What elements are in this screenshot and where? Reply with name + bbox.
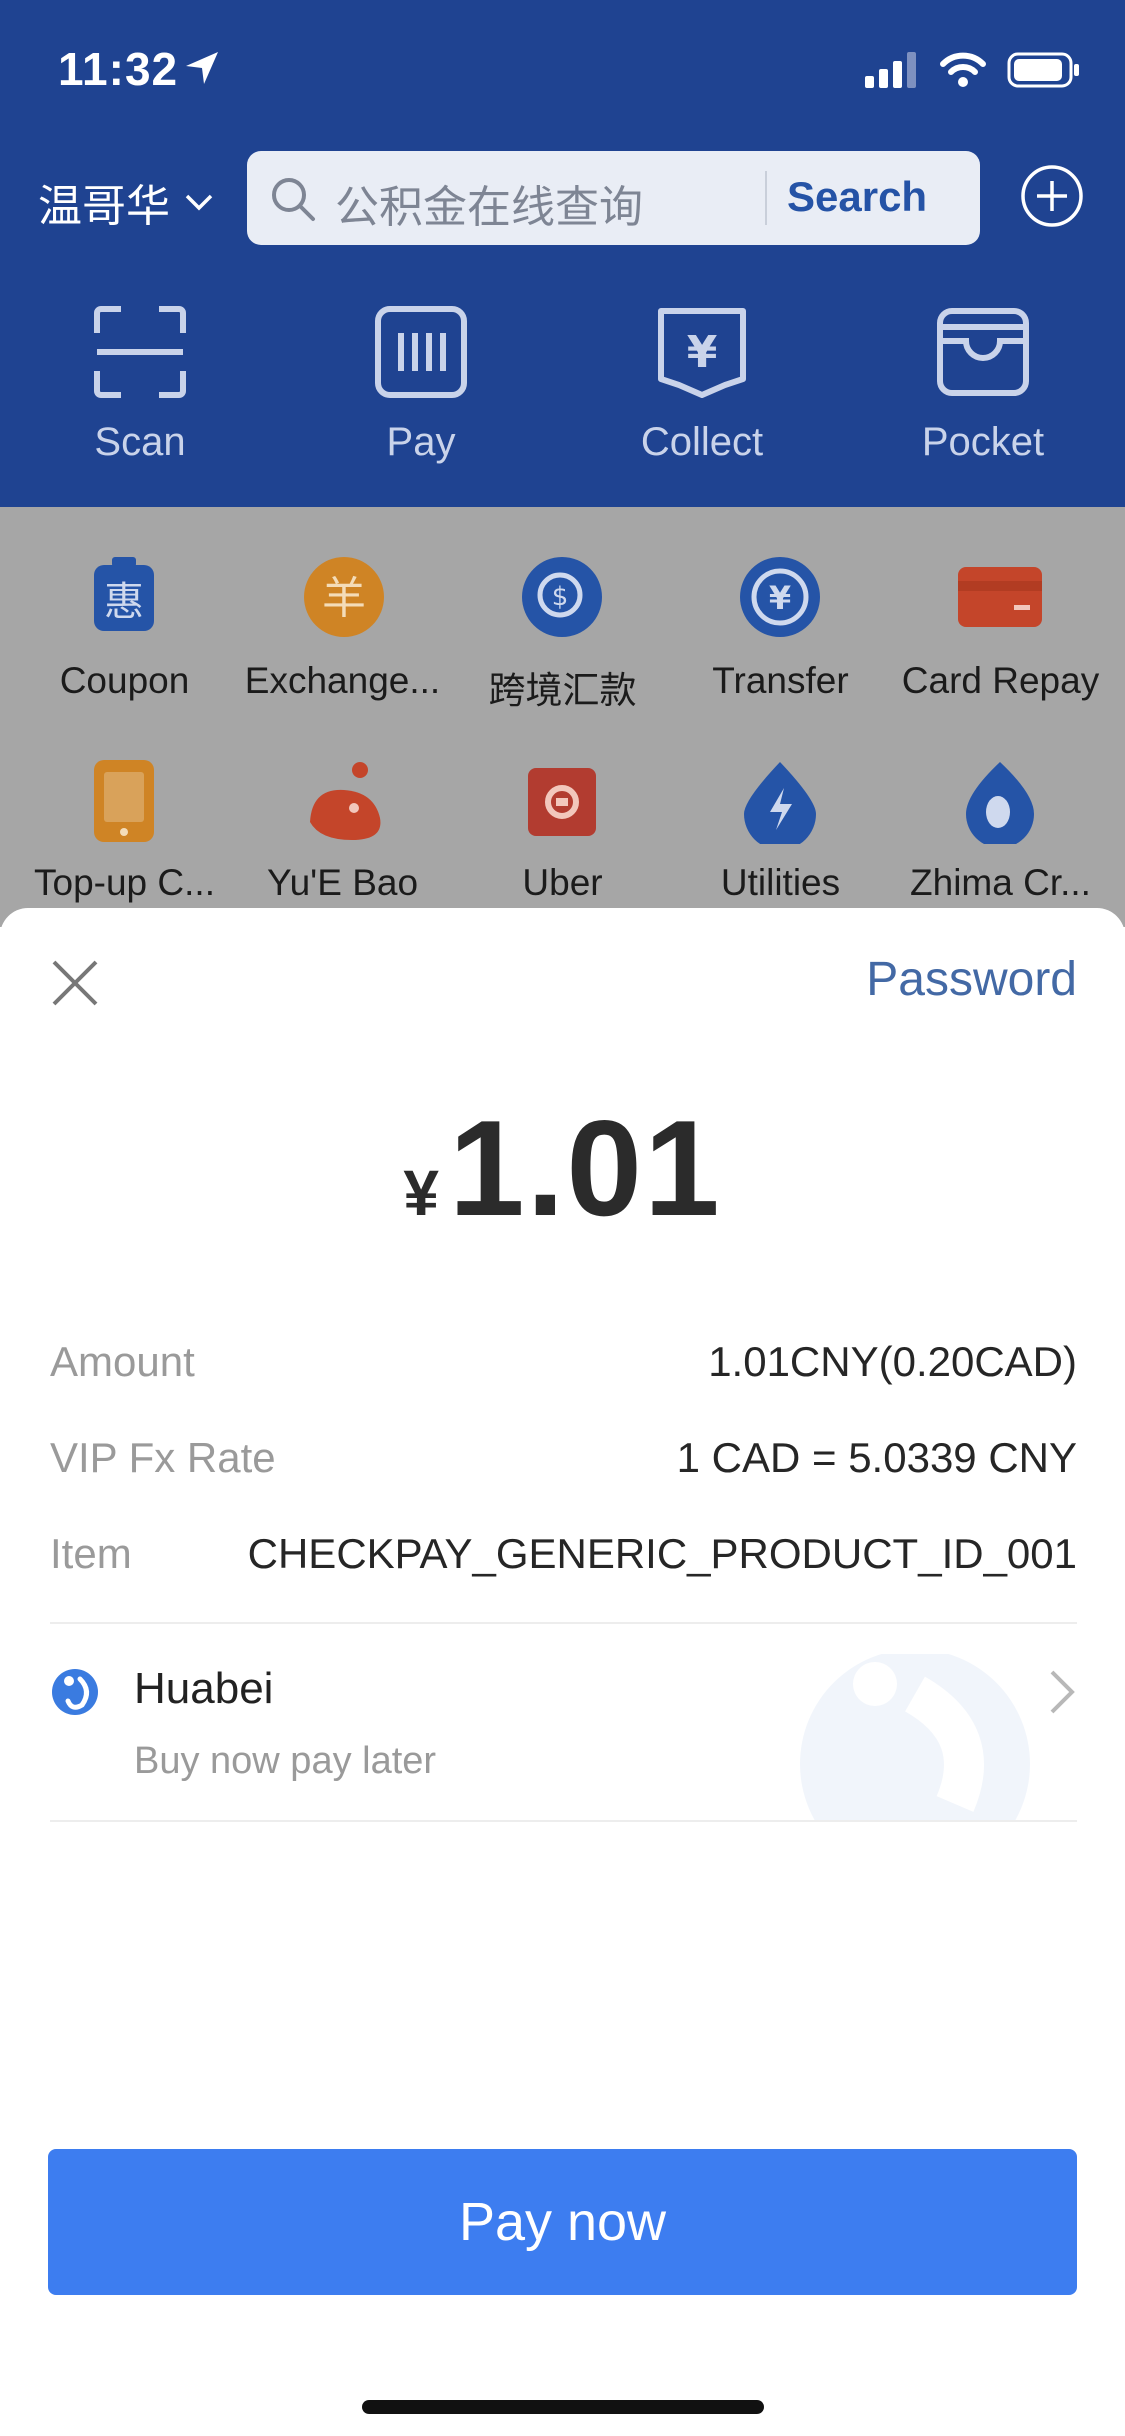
search-placeholder: 公积金在线查询 <box>335 183 643 232</box>
card-repay-icon[interactable] <box>958 555 1042 639</box>
payment-method-name: Huabei <box>134 1664 274 1713</box>
topup-icon[interactable] <box>82 760 166 844</box>
quick-action-pay[interactable]: Pay <box>281 420 561 465</box>
svg-text:¥: ¥ <box>687 327 718 378</box>
cross-border-remit-icon[interactable]: $ <box>520 555 604 639</box>
search-bar[interactable]: 公积金在线查询 Search <box>247 151 980 245</box>
amount-value: 1.01 <box>448 1092 722 1244</box>
detail-label-fx-rate: VIP Fx Rate <box>50 1434 276 1481</box>
huabei-icon <box>52 1669 98 1715</box>
grid-item-yuebao[interactable]: Yu'E Bao <box>230 862 455 904</box>
currency-symbol: ¥ <box>403 1157 439 1229</box>
grid-item-transfer[interactable]: Transfer <box>668 660 893 702</box>
chevron-right-icon[interactable] <box>1047 1668 1077 1716</box>
grid-item-zhima[interactable]: Zhima Cr... <box>888 862 1113 904</box>
huabei-watermark-icon <box>800 1654 1030 1820</box>
status-time: 11:32 <box>58 43 179 95</box>
pay-icon[interactable] <box>374 305 468 399</box>
grid-item-card-repay[interactable]: Card Repay <box>888 660 1113 702</box>
city-label: 温哥华 <box>38 182 170 231</box>
quick-action-collect[interactable]: Collect <box>562 420 842 465</box>
signal-icon <box>865 52 916 88</box>
grid-item-uber[interactable]: Uber <box>450 862 675 904</box>
city-selector[interactable]: 温哥华 <box>38 170 214 234</box>
wifi-icon <box>940 52 986 87</box>
grid-item-exchange[interactable]: Exchange... <box>230 660 455 702</box>
detail-value-fx-rate: 1 CAD = 5.0339 CNY <box>676 1434 1077 1481</box>
payment-amount: ¥1.01 <box>0 1090 1125 1246</box>
payment-method-row[interactable] <box>50 1624 1077 1820</box>
grid-item-cross-border[interactable]: 跨境汇款 <box>450 660 675 714</box>
chevron-down-icon <box>185 194 213 211</box>
divider <box>50 1820 1077 1822</box>
scan-icon[interactable] <box>93 305 187 399</box>
transfer-icon[interactable]: ¥ <box>738 555 822 639</box>
search-button[interactable]: Search <box>787 173 927 221</box>
grid-item-coupon[interactable]: Coupon <box>12 660 237 702</box>
detail-label-amount: Amount <box>50 1338 195 1385</box>
grid-item-utilities[interactable]: Utilities <box>668 862 893 904</box>
location-arrow-icon <box>186 52 218 84</box>
payment-method-subtitle: Buy now pay later <box>134 1740 437 1782</box>
utilities-icon[interactable] <box>738 760 822 844</box>
svg-text:$: $ <box>552 582 569 612</box>
pay-now-label: Pay now <box>458 2192 667 2252</box>
search-divider <box>765 171 767 225</box>
zhima-credit-icon[interactable] <box>958 760 1042 844</box>
pocket-icon[interactable] <box>936 305 1030 399</box>
svg-text:¥: ¥ <box>769 579 791 617</box>
coupon-icon[interactable]: 惠 <box>82 555 166 639</box>
pay-now-button[interactable]: Pay now <box>48 2149 1077 2295</box>
status-icons <box>865 50 1081 90</box>
detail-value-amount: 1.01CNY(0.20CAD) <box>708 1338 1077 1385</box>
battery-icon <box>1007 52 1079 88</box>
detail-label-item: Item <box>50 1530 132 1577</box>
collect-icon[interactable]: ¥ <box>655 305 749 399</box>
yuebao-icon[interactable] <box>302 760 386 844</box>
password-link[interactable]: Password <box>866 952 1077 1007</box>
detail-value-item: CHECKPAY_GENERIC_PRODUCT_ID_001 <box>247 1530 1077 1577</box>
quick-action-pocket[interactable]: Pocket <box>843 420 1123 465</box>
svg-text:羊: 羊 <box>322 573 366 624</box>
svg-text:惠: 惠 <box>104 579 144 625</box>
search-icon <box>272 178 315 221</box>
add-icon[interactable] <box>1020 164 1084 228</box>
exchange-icon[interactable]: 羊 <box>302 555 386 639</box>
grid-item-topup[interactable]: Top-up C... <box>12 862 237 904</box>
uber-icon[interactable] <box>520 760 604 844</box>
close-icon[interactable] <box>50 958 100 1008</box>
home-indicator[interactable] <box>362 2400 764 2414</box>
quick-action-scan[interactable]: Scan <box>0 420 280 465</box>
